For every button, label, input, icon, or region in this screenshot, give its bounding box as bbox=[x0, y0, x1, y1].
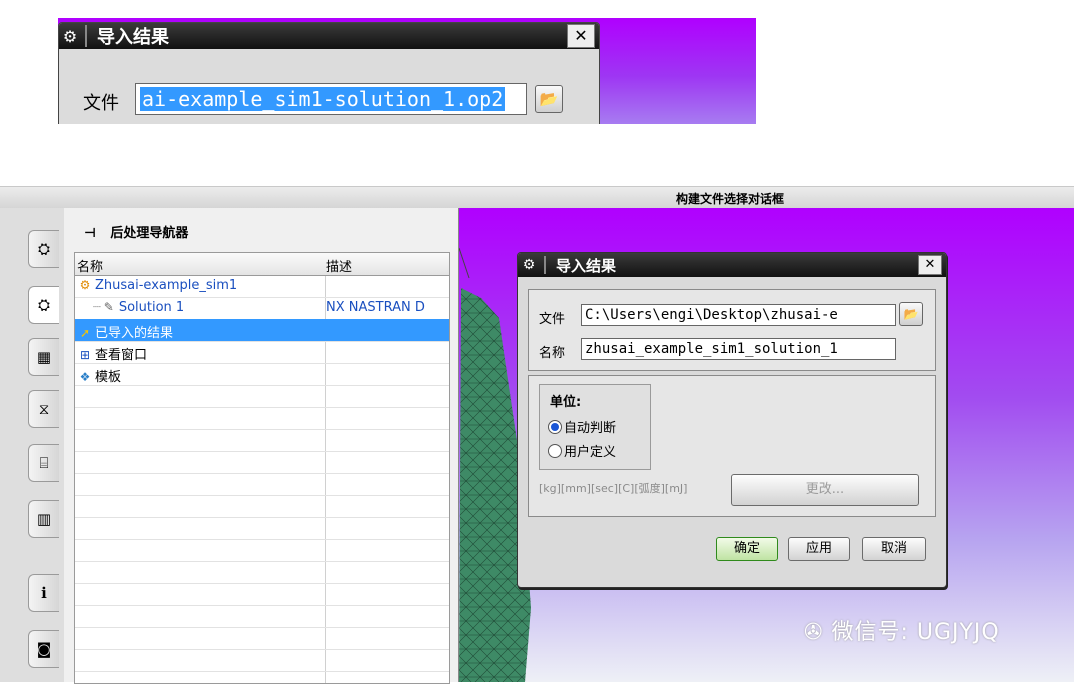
imported-results-icon: ➚ bbox=[79, 326, 91, 340]
wechat-icon: ✇ bbox=[804, 620, 824, 645]
file-input[interactable]: C:\Users\engi\Desktop\zhusai-e bbox=[581, 304, 896, 326]
constraint-navigator-icon[interactable]: ⧖ bbox=[28, 390, 59, 428]
file-group: 文件 C:\Users\engi\Desktop\zhusai-e 📂 名称 z… bbox=[528, 289, 936, 371]
name-label: 名称 bbox=[539, 346, 566, 361]
units-box: 单位: 自动判断 用户定义 bbox=[539, 384, 651, 470]
title-separator bbox=[544, 256, 546, 274]
row-name: 查看窗口 bbox=[95, 348, 148, 363]
radio-auto-label: 自动判断 bbox=[564, 421, 617, 436]
top-dialog-title: 导入结果 bbox=[97, 27, 169, 48]
table-row[interactable]: ⊞ 查看窗口 bbox=[75, 341, 449, 364]
close-icon[interactable]: ✕ bbox=[918, 255, 942, 275]
watermark-text: 微信号: UGJYJQ bbox=[831, 620, 1000, 645]
radio-user[interactable]: 用户定义 bbox=[548, 441, 616, 460]
top-file-label: 文件 bbox=[83, 93, 119, 114]
table-row bbox=[75, 539, 449, 562]
watermark: ✇ 微信号: UGJYJQ bbox=[804, 614, 1000, 646]
gear-icon[interactable]: ⚙ bbox=[59, 27, 81, 46]
apply-button[interactable]: 应用 bbox=[788, 537, 850, 561]
top-file-input[interactable]: ai-example_sim1-solution_1.op2 bbox=[135, 83, 527, 115]
radio-auto[interactable]: 自动判断 bbox=[548, 417, 616, 436]
navigator-header: ⊣ 后处理导航器 bbox=[84, 222, 188, 241]
row-name: Zhusai-example_sim1 bbox=[95, 278, 238, 293]
table-row bbox=[75, 385, 449, 408]
row-name: Solution 1 bbox=[118, 300, 185, 315]
import-results-dialog: ⚙ 导入结果 ✕ 文件 C:\Users\engi\Desktop\zhusai… bbox=[517, 252, 947, 588]
top-file-value: ai-example_sim1-solution_1.op2 bbox=[140, 87, 506, 111]
radio-user-indicator[interactable] bbox=[548, 444, 562, 458]
reuse-library-icon[interactable]: ⌸ bbox=[28, 444, 59, 482]
viewport-icon: ⊞ bbox=[79, 348, 91, 362]
resource-bar: ⛭ ⛭ ▦ ⧖ ⌸ ▥ ℹ ◙ bbox=[0, 208, 65, 682]
row-name: 模板 bbox=[95, 370, 122, 385]
table-header: 名称 描述 bbox=[75, 253, 449, 276]
units-value: [kg][mm][sec][C][弧度][mJ] bbox=[539, 482, 688, 495]
main-titlebar: 构建文件选择对话框 bbox=[0, 186, 1074, 210]
units-label: 单位: bbox=[550, 395, 582, 410]
column-header-desc[interactable]: 描述 bbox=[326, 256, 446, 275]
open-folder-icon[interactable]: 📂 bbox=[535, 85, 563, 113]
file-label: 文件 bbox=[539, 312, 566, 327]
navigator-title: 后处理导航器 bbox=[110, 226, 189, 241]
table-row bbox=[75, 407, 449, 430]
radio-user-label: 用户定义 bbox=[564, 445, 617, 460]
navigator-table: 名称 描述 ⚙ Zhusai-example_sim1 ┈ ✎ Solution 1 … bbox=[74, 252, 450, 684]
web-help-icon[interactable]: ℹ bbox=[28, 574, 59, 612]
post-processing-navigator: ⊣ 后处理导航器 名称 描述 ⚙ Zhusai-example_sim1 ┈ ✎ So… bbox=[64, 208, 459, 684]
title-separator bbox=[85, 25, 87, 47]
dialog-titlebar: ⚙ 导入结果 ✕ bbox=[518, 253, 946, 277]
pin-icon[interactable]: ⊣ bbox=[84, 226, 96, 241]
radio-auto-indicator[interactable] bbox=[548, 420, 562, 434]
table-row bbox=[75, 605, 449, 628]
open-folder-icon[interactable]: 📂 bbox=[899, 302, 923, 326]
table-row bbox=[75, 561, 449, 584]
change-units-button[interactable]: 更改... bbox=[731, 474, 919, 506]
row-desc: NX NASTRAN D bbox=[326, 300, 425, 315]
cancel-button[interactable]: 取消 bbox=[862, 537, 926, 561]
table-row bbox=[75, 473, 449, 496]
table-row bbox=[75, 451, 449, 474]
assembly-navigator-icon[interactable]: ▦ bbox=[28, 338, 59, 376]
row-name: 已导入的结果 bbox=[95, 326, 174, 341]
template-icon: ❖ bbox=[79, 370, 91, 384]
table-row bbox=[75, 649, 449, 672]
history-icon[interactable]: ▥ bbox=[28, 500, 59, 538]
units-group: 单位: 自动判断 用户定义 [kg][mm][sec][C][弧度][mJ] 更… bbox=[528, 375, 936, 517]
sim-file-icon: ⚙ bbox=[79, 278, 91, 292]
table-row bbox=[75, 495, 449, 518]
dialog-title: 导入结果 bbox=[556, 256, 617, 275]
table-row[interactable]: ⚙ Zhusai-example_sim1 bbox=[75, 275, 449, 298]
table-row[interactable]: ❖ 模板 bbox=[75, 363, 449, 386]
table-row-selected[interactable]: ➚ 已导入的结果 bbox=[75, 319, 449, 342]
roles-icon[interactable]: ◙ bbox=[28, 630, 59, 668]
top-import-dialog: ⚙ 导入结果 ✕ 文件 ai-example_sim1-solution_1.o… bbox=[58, 22, 600, 124]
table-row bbox=[75, 583, 449, 606]
top-snippet: ⚙ 导入结果 ✕ 文件 ai-example_sim1-solution_1.o… bbox=[58, 18, 756, 124]
name-input[interactable]: zhusai_example_sim1_solution_1 bbox=[581, 338, 896, 360]
top-dialog-titlebar: ⚙ 导入结果 ✕ bbox=[59, 23, 599, 49]
table-row bbox=[75, 429, 449, 452]
table-row bbox=[75, 627, 449, 650]
close-icon[interactable]: ✕ bbox=[567, 24, 595, 48]
window-title: 构建文件选择对话框 bbox=[676, 192, 785, 206]
table-row bbox=[75, 517, 449, 540]
solution-icon: ✎ bbox=[103, 300, 114, 314]
table-row[interactable]: ┈ ✎ Solution 1 NX NASTRAN D bbox=[75, 297, 449, 320]
gear-icon[interactable]: ⚙ bbox=[518, 257, 540, 273]
ok-button[interactable]: 确定 bbox=[716, 537, 778, 561]
column-header-name[interactable]: 名称 bbox=[77, 256, 325, 275]
sim-navigator-icon[interactable]: ⛭ bbox=[28, 286, 59, 324]
part-navigator-icon[interactable]: ⛭ bbox=[28, 230, 59, 268]
